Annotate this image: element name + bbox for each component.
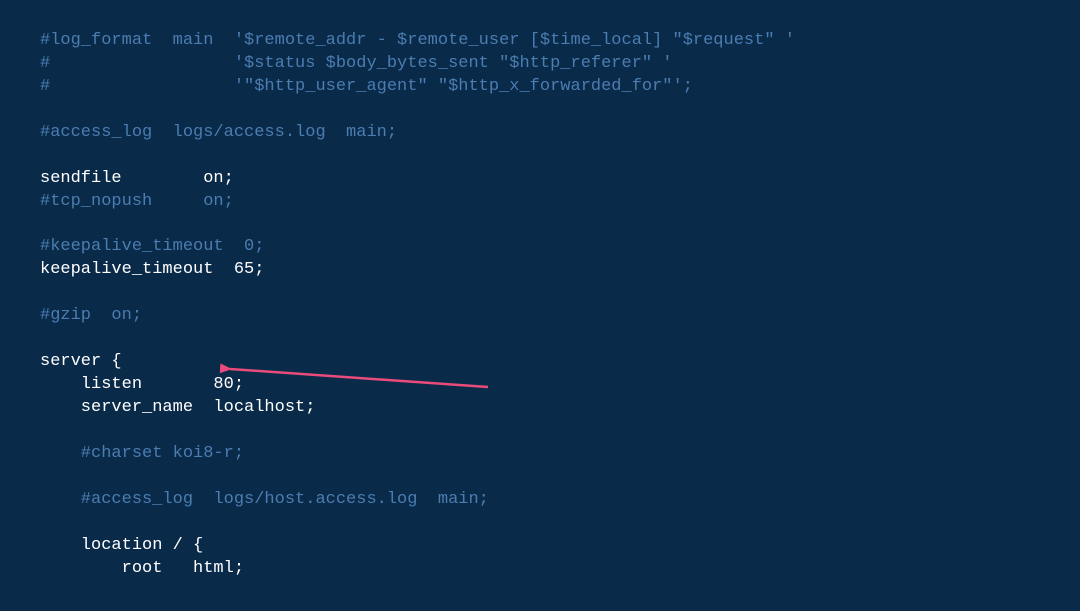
code-line: # '"$http_user_agent" "$http_x_forwarded… [40,76,1080,99]
code-line: #gzip on; [40,305,1080,328]
code-line: keepalive_timeout 65; [40,259,1080,282]
code-line: #access_log logs/access.log main; [40,122,1080,145]
code-line [40,420,1080,443]
code-line: sendfile on; [40,168,1080,191]
code-editor: #log_format main '$remote_addr - $remote… [0,0,1080,611]
code-line: root html; [40,558,1080,581]
code-line [40,145,1080,168]
code-line: #access_log logs/host.access.log main; [40,489,1080,512]
code-line: # '$status $body_bytes_sent "$http_refer… [40,53,1080,76]
code-line [40,466,1080,489]
code-line: listen 80; [40,374,1080,397]
code-line [40,99,1080,122]
code-line: #charset koi8-r; [40,443,1080,466]
code-line: server { [40,351,1080,374]
code-line [40,328,1080,351]
code-line: #log_format main '$remote_addr - $remote… [40,30,1080,53]
code-line [40,214,1080,237]
code-line: #tcp_nopush on; [40,191,1080,214]
code-line: #keepalive_timeout 0; [40,236,1080,259]
code-line [40,512,1080,535]
code-line [40,282,1080,305]
code-line: server_name localhost; [40,397,1080,420]
code-line: location / { [40,535,1080,558]
